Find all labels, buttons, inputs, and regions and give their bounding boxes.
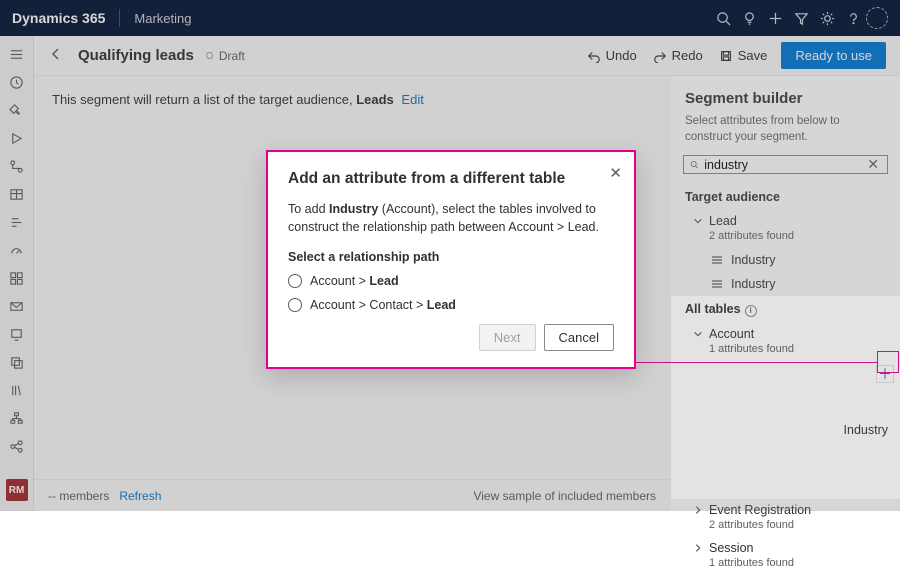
panel-title: Segment builder <box>671 76 900 113</box>
chevron-down-icon <box>693 216 703 226</box>
refresh-link[interactable]: Refresh <box>119 489 161 503</box>
device-icon[interactable] <box>7 324 27 344</box>
tree-node-account[interactable]: Account 1 attributes found <box>671 323 900 361</box>
add-attribute-button[interactable]: ＋ <box>876 365 894 383</box>
all-tables-label: All tablesi <box>671 296 900 323</box>
copy-icon[interactable] <box>7 352 27 372</box>
tree-node-lead[interactable]: Lead 2 attributes found <box>671 210 900 248</box>
gear-icon[interactable] <box>814 5 840 31</box>
chevron-right-icon <box>693 505 703 515</box>
library-icon[interactable] <box>7 380 27 400</box>
search-icon <box>690 158 698 171</box>
path-option-2[interactable]: Account > Contact > Lead <box>288 298 614 312</box>
edit-link[interactable]: Edit <box>401 92 423 107</box>
status-dot-icon <box>206 52 213 59</box>
tree-node-session[interactable]: Session 1 attributes found <box>671 537 900 575</box>
status-label: Draft <box>219 49 245 63</box>
chevron-right-icon <box>693 543 703 553</box>
attr-account-industry[interactable]: Industry ＋ <box>671 361 900 500</box>
radio-icon <box>288 298 302 312</box>
user-avatar[interactable] <box>866 7 888 29</box>
page-title: Qualifying leads <box>78 47 194 64</box>
top-nav: Dynamics 365 Marketing <box>0 0 900 36</box>
brand-label: Dynamics 365 <box>12 10 105 26</box>
segment-hint: This segment will return a list of the t… <box>52 92 652 107</box>
user-badge[interactable]: RM <box>6 479 28 501</box>
clock-icon[interactable] <box>7 72 27 92</box>
close-button[interactable]: ✕ <box>609 164 622 182</box>
path-option-1[interactable]: Account > Lead <box>288 274 614 288</box>
play-icon[interactable] <box>7 128 27 148</box>
radio-icon <box>288 274 302 288</box>
share-icon[interactable] <box>7 436 27 456</box>
attr-lead-industry-2[interactable]: Industry <box>671 272 900 296</box>
attribute-search[interactable]: ✕ <box>683 155 888 174</box>
brand-divider <box>119 9 120 27</box>
command-bar: Qualifying leads Draft Undo Redo Save Re… <box>34 36 900 76</box>
filter-icon[interactable] <box>788 5 814 31</box>
lightbulb-icon[interactable] <box>736 5 762 31</box>
help-icon[interactable] <box>840 5 866 31</box>
undo-button[interactable]: Undo <box>579 44 645 67</box>
modal-description: To add Industry (Account), select the ta… <box>288 200 614 236</box>
select-path-label: Select a relationship path <box>288 250 614 264</box>
session-count: 1 attributes found <box>693 555 886 573</box>
grid-icon[interactable] <box>7 268 27 288</box>
cancel-button[interactable]: Cancel <box>544 324 614 351</box>
lead-count: 2 attributes found <box>693 228 886 246</box>
target-audience-label: Target audience <box>671 184 900 210</box>
list-icon <box>711 278 723 290</box>
pin-icon[interactable] <box>7 100 27 120</box>
list-icon <box>711 254 723 266</box>
panel-subtitle: Select attributes from below to construc… <box>671 113 900 155</box>
table-icon[interactable] <box>7 184 27 204</box>
info-icon[interactable]: i <box>745 305 757 317</box>
attr-lead-industry-1[interactable]: Industry <box>671 248 900 272</box>
redo-button[interactable]: Redo <box>645 44 711 67</box>
ready-to-use-button[interactable]: Ready to use <box>781 42 886 69</box>
chevron-down-icon <box>693 329 703 339</box>
all-tables-block: All tablesi Account 1 attributes found I… <box>671 296 900 499</box>
list-icon <box>711 368 836 493</box>
back-button[interactable] <box>48 46 64 65</box>
account-count: 1 attributes found <box>693 341 886 359</box>
search-icon[interactable] <box>710 5 736 31</box>
journey-icon[interactable] <box>7 156 27 176</box>
hamburger-icon[interactable] <box>7 44 27 64</box>
tree-node-event-registration[interactable]: Event Registration 2 attributes found <box>671 499 900 537</box>
next-button: Next <box>479 324 536 351</box>
modal-title: Add an attribute from a different table <box>288 170 614 188</box>
event-reg-count: 2 attributes found <box>693 517 886 535</box>
clear-search-icon[interactable]: ✕ <box>865 156 881 173</box>
gauge-icon[interactable] <box>7 240 27 260</box>
plus-icon[interactable] <box>762 5 788 31</box>
view-sample-link[interactable]: View sample of included members <box>473 489 656 503</box>
org-icon[interactable] <box>7 408 27 428</box>
footer-bar: -- members Refresh View sample of includ… <box>34 479 670 511</box>
search-input[interactable] <box>704 158 865 172</box>
segment-builder-panel: Segment builder Select attributes from b… <box>670 76 900 511</box>
module-label: Marketing <box>134 11 191 26</box>
left-rail: RM <box>0 36 34 511</box>
levels-icon[interactable] <box>7 212 27 232</box>
add-attribute-modal: ✕ Add an attribute from a different tabl… <box>266 150 636 369</box>
members-count: -- members <box>48 489 109 503</box>
mail-icon[interactable] <box>7 296 27 316</box>
save-button[interactable]: Save <box>711 44 776 67</box>
